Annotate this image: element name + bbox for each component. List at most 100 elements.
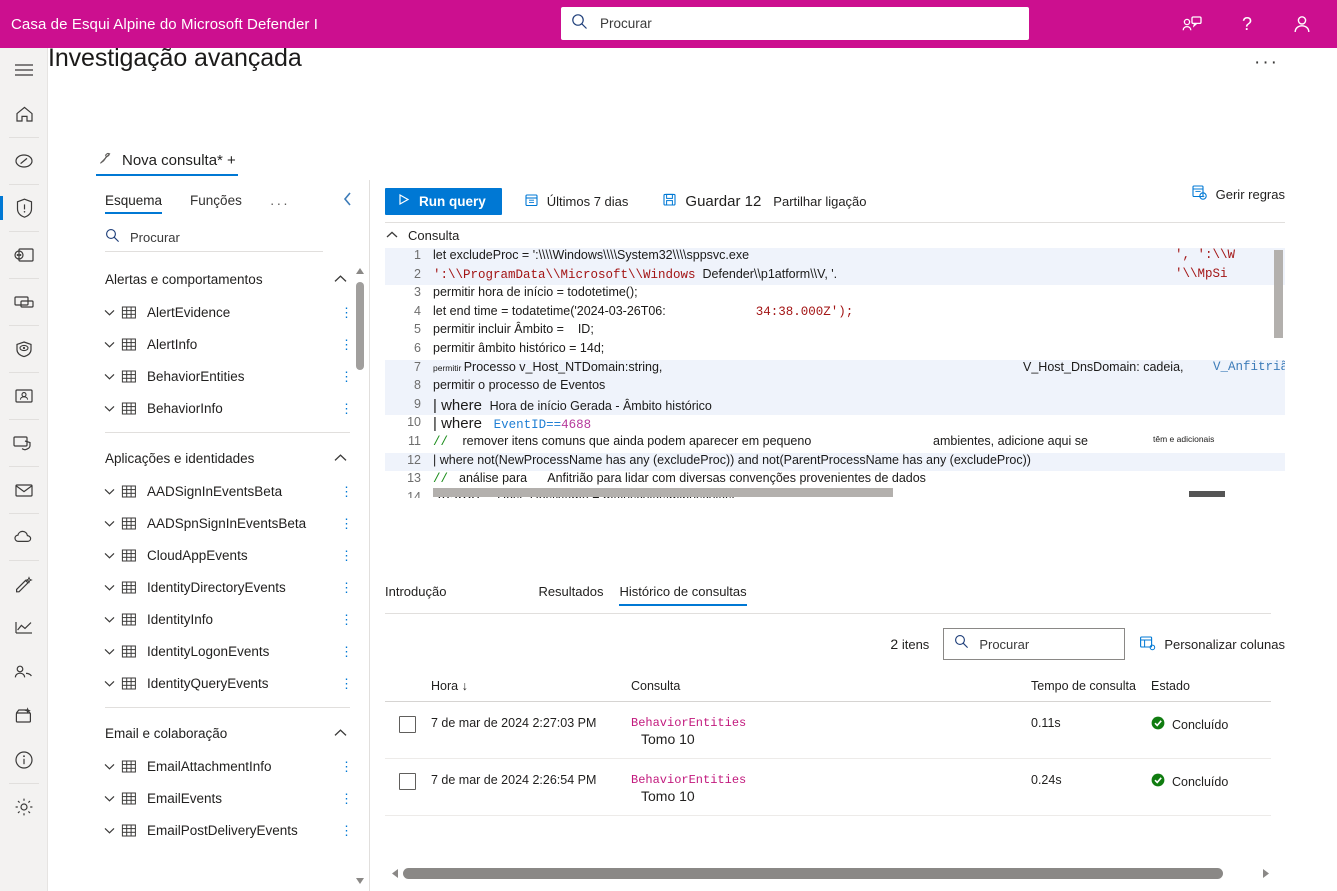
page-more-button[interactable]: ··· (1254, 52, 1279, 74)
tab-historico-consultas[interactable]: Histórico de consultas (619, 584, 747, 606)
chevron-down-icon[interactable] (103, 583, 121, 592)
scroll-down-icon[interactable] (355, 876, 365, 886)
schema-tree[interactable]: Alertas e comportamentos AlertEvidence ⋮ Al… (85, 262, 370, 887)
tree-table-row[interactable]: BehaviorEntities ⋮ (85, 360, 370, 392)
code-line[interactable]: 13 // análise para Anfitrião para lidar c… (385, 471, 1285, 490)
chevron-down-icon[interactable] (103, 679, 121, 688)
rail-item-endpoints[interactable] (0, 421, 48, 465)
row-menu-button[interactable]: ⋮ (340, 581, 353, 594)
account-icon[interactable] (1291, 13, 1313, 35)
code-line[interactable]: 5 permitir incluir Âmbito = ID; (385, 322, 1285, 341)
rail-item-remediation[interactable] (0, 562, 48, 606)
rail-item-actions[interactable] (0, 280, 48, 324)
rail-item-home[interactable] (0, 92, 48, 136)
tree-table-row[interactable]: EmailPostDeliveryEvents ⋮ (85, 814, 370, 846)
tree-table-row[interactable]: CloudAppEvents ⋮ (85, 539, 370, 571)
row-menu-button[interactable]: ⋮ (340, 760, 353, 773)
tree-table-row[interactable]: IdentityQueryEvents ⋮ (85, 667, 370, 699)
tree-table-row[interactable]: AADSpnSignInEventsBeta ⋮ (85, 507, 370, 539)
tab-esquema[interactable]: Esquema (105, 193, 163, 214)
schema-search-input[interactable]: Procurar (105, 224, 323, 252)
scroll-left-icon[interactable] (385, 868, 403, 879)
page-horizontal-scrollbar[interactable] (385, 864, 1275, 882)
editor-vertical-scrollbar[interactable] (1274, 250, 1283, 338)
chevron-down-icon[interactable] (103, 762, 121, 771)
code-line[interactable]: 11 // remover itens comuns que ainda pode… (385, 434, 1285, 453)
row-menu-button[interactable]: ⋮ (340, 338, 353, 351)
code-line[interactable]: 8 permitir o processo de Eventos (385, 378, 1285, 397)
rail-item-email[interactable] (0, 468, 48, 512)
tree-table-row[interactable]: IdentityInfo ⋮ (85, 603, 370, 635)
editor-horizontal-scrollbar[interactable] (433, 488, 893, 497)
time-range-button[interactable]: Últimos 7 dias (514, 186, 639, 216)
tab-funcoes[interactable]: Funções (190, 193, 242, 214)
rail-item-explore[interactable] (0, 139, 48, 183)
row-menu-button[interactable]: ⋮ (340, 485, 353, 498)
code-line[interactable]: 6 permitir âmbito histórico = 14d; (385, 341, 1285, 360)
code-line[interactable]: 12 | where not(NewProcessName has any (ex… (385, 452, 1285, 472)
rail-item-trials[interactable] (0, 694, 48, 738)
code-line[interactable]: 10 | where EventID==4688 (385, 415, 1285, 434)
chevron-down-icon[interactable] (103, 615, 121, 624)
rail-item-reports[interactable] (0, 606, 48, 650)
chevron-down-icon[interactable] (103, 372, 121, 381)
customize-columns-button[interactable]: Personalizar colunas (1139, 635, 1285, 654)
save-query-button[interactable]: Guardar 12 (652, 186, 771, 216)
tree-table-row[interactable]: EmailEvents ⋮ (85, 782, 370, 814)
tree-table-row[interactable]: BehaviorInfo ⋮ (85, 392, 370, 424)
schema-more-button[interactable]: ··· (270, 195, 290, 211)
run-query-button[interactable]: Run query (385, 187, 502, 215)
share-link-button[interactable]: Partilhar ligação (771, 186, 876, 216)
row-menu-button[interactable]: ⋮ (340, 613, 353, 626)
tree-group-header[interactable]: Aplicações e identidades (85, 441, 370, 475)
row-checkbox-cell[interactable] (385, 702, 431, 733)
code-line[interactable]: 9 | where Hora de início Gerada - Âmbito … (385, 396, 1285, 416)
column-header-tempo[interactable]: Tempo de consulta (1031, 675, 1151, 693)
code-line[interactable]: 4 let end time = todatetime('2024-03-26T0… (385, 304, 1285, 323)
row-checkbox[interactable] (399, 773, 416, 790)
chevron-up-icon[interactable] (333, 726, 348, 741)
query-section-toggle[interactable]: Consulta (385, 228, 459, 243)
tree-table-row[interactable]: EmailAttachmentInfo ⋮ (85, 750, 370, 782)
rail-item-hamburger[interactable] (0, 48, 48, 92)
table-row[interactable]: 7 de mar de 2024 2:27:03 PM BehaviorEntit… (385, 702, 1271, 759)
chevron-down-icon[interactable] (103, 487, 121, 496)
tab-resultados[interactable]: Resultados (538, 584, 603, 606)
table-row[interactable]: 7 de mar de 2024 2:26:54 PM BehaviorEntit… (385, 759, 1271, 816)
column-header-consulta[interactable]: Consulta (631, 675, 1031, 693)
tree-table-row[interactable]: AlertEvidence ⋮ (85, 296, 370, 328)
tree-table-row[interactable]: IdentityLogonEvents ⋮ (85, 635, 370, 667)
row-menu-button[interactable]: ⋮ (340, 792, 353, 805)
rail-item-hunting[interactable] (0, 233, 48, 277)
row-menu-button[interactable]: ⋮ (340, 549, 353, 562)
scroll-right-icon[interactable] (1257, 868, 1275, 879)
tab-introducao[interactable]: Introdução (385, 584, 446, 606)
row-menu-button[interactable]: ⋮ (340, 824, 353, 837)
chevron-down-icon[interactable] (103, 647, 121, 656)
kql-code-editor[interactable]: 1 let excludeProc = ':\\\\Windows\\\\Syst… (385, 248, 1285, 498)
scrollbar-thumb[interactable] (356, 282, 364, 370)
code-line[interactable]: 3 permitir hora de início = todotetime(); (385, 285, 1285, 304)
manage-rules-button[interactable]: Gerir regras (1191, 184, 1285, 204)
schema-scrollbar[interactable] (355, 266, 365, 886)
rail-item-settings[interactable] (0, 785, 48, 829)
global-search[interactable]: Procurar (561, 7, 1029, 40)
rail-item-incidents[interactable] (0, 186, 48, 230)
scroll-up-icon[interactable] (355, 266, 365, 276)
rail-item-threat-analytics[interactable] (0, 327, 48, 371)
tree-table-row[interactable]: AADSignInEventsBeta ⋮ (85, 475, 370, 507)
tree-table-row[interactable]: IdentityDirectoryEvents ⋮ (85, 571, 370, 603)
code-line[interactable]: 2 ':\\ProgramData\\Microsoft\\Windows Def… (385, 266, 1285, 286)
tree-group-header[interactable]: Email e colaboração (85, 716, 370, 750)
chevron-down-icon[interactable] (103, 340, 121, 349)
row-menu-button[interactable]: ⋮ (340, 306, 353, 319)
column-header-hora[interactable]: Hora ↓ (431, 675, 631, 693)
column-header-estado[interactable]: Estado (1151, 675, 1271, 693)
scrollbar-track[interactable] (403, 867, 1257, 879)
row-menu-button[interactable]: ⋮ (340, 645, 353, 658)
chevron-up-icon[interactable] (333, 451, 348, 466)
chevron-down-icon[interactable] (103, 519, 121, 528)
row-menu-button[interactable]: ⋮ (340, 402, 353, 415)
chevron-down-icon[interactable] (103, 794, 121, 803)
collapse-panel-button[interactable] (341, 190, 355, 208)
